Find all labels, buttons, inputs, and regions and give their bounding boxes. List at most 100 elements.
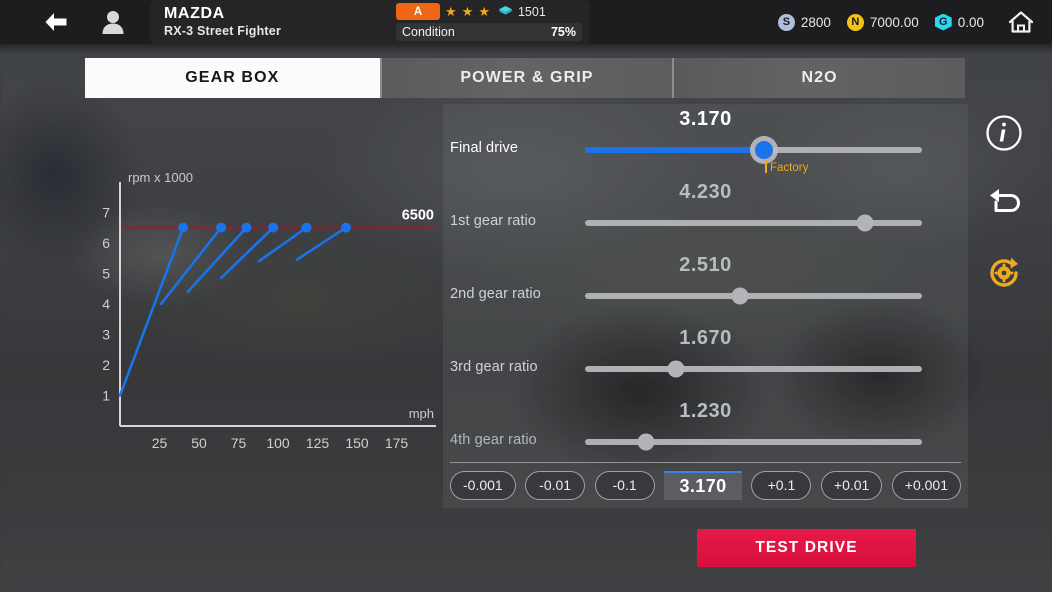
stepper-plus-0001[interactable]: +0.001: [891, 470, 961, 500]
currency-gem[interactable]: G 0.00: [934, 13, 984, 31]
condition-row: Condition 75%: [396, 23, 582, 41]
first-gear-value: 4.230: [679, 181, 732, 203]
svg-text:25: 25: [152, 435, 168, 451]
stepper-plus-001[interactable]: +0.01: [820, 470, 883, 500]
second-gear-track[interactable]: [585, 287, 922, 305]
fourth-gear-label: 4th gear ratio: [450, 432, 537, 448]
final-drive-label: Final drive: [450, 140, 518, 156]
reset-gear-icon: [990, 257, 1018, 287]
svg-text:125: 125: [306, 435, 330, 451]
profile-button[interactable]: [90, 0, 136, 44]
undo-icon: [990, 189, 1020, 212]
stepper-minus-001[interactable]: -0.01: [525, 470, 586, 500]
third-gear-value: 1.670: [679, 327, 732, 349]
svg-text:5: 5: [102, 265, 110, 281]
stepper-minus-01[interactable]: -0.1: [594, 470, 655, 500]
currency-silver-value: 2800: [800, 14, 831, 30]
svg-text:7: 7: [102, 204, 110, 220]
slider-row-1st-gear[interactable]: 4.230 1st gear ratio: [443, 181, 968, 255]
stepper-current-value[interactable]: 3.170: [664, 470, 743, 500]
stepper-row: -0.001 -0.01 -0.1 3.170 +0.1 +0.01 +0.00…: [450, 469, 961, 501]
fourth-gear-knob[interactable]: [637, 433, 655, 451]
svg-text:150: 150: [345, 435, 369, 451]
star-icon: ★: [445, 4, 457, 19]
svg-text:50: 50: [191, 435, 207, 451]
svg-text:175: 175: [385, 435, 409, 451]
final-drive-fill: [585, 147, 764, 153]
first-gear-label: 1st gear ratio: [450, 213, 537, 229]
svg-text:rpm x 1000: rpm x 1000: [128, 170, 193, 185]
tab-power-and-grip[interactable]: POWER & GRIP: [381, 58, 673, 98]
panel-divider: [450, 462, 961, 463]
currency-tray: S 2800 N 7000.00 G 0.00: [777, 13, 990, 31]
currency-gold[interactable]: N 7000.00: [846, 13, 919, 31]
stepper-plus-01[interactable]: +0.1: [751, 470, 812, 500]
car-info-panel[interactable]: MAZDA RX-3 Street Fighter A ★ ★ ★ 1501 C…: [150, 0, 590, 44]
gold-coin-icon: N: [846, 13, 864, 31]
svg-text:2: 2: [102, 357, 110, 373]
top-bar: MAZDA RX-3 Street Fighter A ★ ★ ★ 1501 C…: [0, 0, 1052, 44]
silver-coin-icon: S: [777, 13, 795, 31]
fourth-gear-value: 1.230: [679, 400, 732, 422]
second-gear-label: 2nd gear ratio: [450, 286, 541, 302]
back-button[interactable]: [30, 0, 82, 44]
home-icon: [1008, 11, 1034, 33]
side-rail: [980, 110, 1028, 296]
tuning-panel: 3.170 Final drive Factory 4.230 1st gear…: [443, 104, 968, 508]
slider-row-2nd-gear[interactable]: 2.510 2nd gear ratio: [443, 254, 968, 328]
final-drive-value: 3.170: [679, 108, 732, 130]
undo-button[interactable]: [981, 180, 1027, 226]
currency-gem-value: 0.00: [957, 14, 984, 30]
second-gear-value: 2.510: [679, 254, 732, 276]
currency-gold-value: 7000.00: [869, 14, 919, 30]
first-gear-knob[interactable]: [856, 214, 874, 232]
crown-badge-icon: [498, 5, 512, 15]
factory-marker: Factory: [765, 160, 808, 174]
car-brand: MAZDA: [164, 4, 225, 22]
info-button[interactable]: [981, 110, 1027, 156]
car-stats: A ★ ★ ★ 1501 Condition 75%: [396, 3, 582, 41]
home-button[interactable]: [990, 0, 1052, 44]
slider-row-3rd-gear[interactable]: 1.670 3rd gear ratio: [443, 327, 968, 401]
svg-text:6: 6: [102, 235, 110, 251]
test-drive-button[interactable]: TEST DRIVE: [697, 529, 916, 567]
rank-value: 1501: [517, 4, 546, 19]
back-arrow-icon: [45, 13, 67, 31]
fourth-gear-track[interactable]: [585, 433, 922, 451]
info-icon: [986, 115, 1022, 151]
gear-ratio-chart: 1 2 3 4 5 6 7 25 50 75 100 125 150 175 rpm x 1000 mph 65…: [84, 168, 444, 480]
stepper-minus-0001[interactable]: -0.001: [450, 470, 516, 500]
third-gear-label: 3rd gear ratio: [450, 359, 538, 375]
final-drive-knob[interactable]: [754, 141, 773, 159]
car-rating-row: A ★ ★ ★ 1501: [396, 3, 582, 20]
svg-text:75: 75: [231, 435, 247, 451]
final-drive-track[interactable]: [585, 141, 922, 159]
svg-text:100: 100: [266, 435, 290, 451]
star-icon-2: ★: [461, 4, 474, 19]
svg-text:6500: 6500: [402, 208, 434, 224]
third-gear-track[interactable]: [585, 360, 922, 378]
first-gear-track[interactable]: [585, 214, 922, 232]
tab-bar: GEAR BOX POWER & GRIP N2O: [85, 58, 965, 98]
condition-value: 75%: [550, 25, 576, 39]
factory-label: Factory: [770, 162, 809, 174]
svg-text:1: 1: [102, 387, 110, 403]
second-gear-knob[interactable]: [731, 287, 749, 305]
currency-silver[interactable]: S 2800: [777, 13, 831, 31]
star-icon-3: ★: [478, 4, 490, 19]
reset-tuning-button[interactable]: [981, 250, 1027, 296]
gear-ratio-chart-svg: 1 2 3 4 5 6 7 25 50 75 100 125 150 175 rpm x 1000 mph 65…: [102, 170, 436, 451]
class-badge: A: [396, 3, 440, 20]
tab-n2o[interactable]: N2O: [674, 58, 965, 98]
tab-gear-box[interactable]: GEAR BOX: [85, 58, 380, 98]
svg-text:4: 4: [102, 296, 110, 312]
svg-text:3: 3: [102, 326, 110, 342]
slider-row-final-drive[interactable]: 3.170 Final drive Factory: [443, 108, 968, 182]
profile-avatar-icon: [102, 11, 124, 34]
factory-tick-icon: [765, 160, 767, 173]
car-model: RX-3 Street Fighter: [164, 24, 282, 39]
car-names: MAZDA RX-3 Street Fighter: [164, 4, 396, 39]
third-gear-knob[interactable]: [667, 360, 685, 378]
gem-hex-icon: G: [934, 13, 952, 31]
condition-label: Condition: [402, 25, 455, 39]
